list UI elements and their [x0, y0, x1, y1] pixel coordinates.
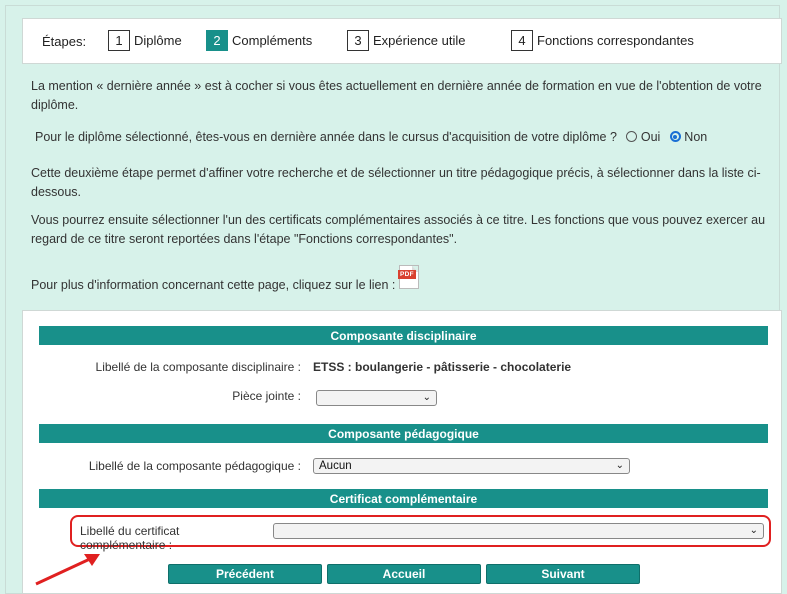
chevron-down-icon: ⌄: [422, 392, 431, 403]
next-button[interactable]: Suivant: [486, 564, 640, 584]
step-number: 3: [347, 30, 369, 51]
chevron-down-icon: ⌄: [615, 460, 624, 471]
cert-text-line2: regard de ce titre seront reportées dans…: [31, 232, 458, 246]
steps-label: Étapes:: [42, 34, 87, 49]
radio-non-label: Non: [684, 130, 708, 144]
discipline-label: Libellé de la composante disciplinaire :: [95, 360, 301, 374]
step2-text-line2: dessous.: [31, 185, 82, 199]
last-year-question: Pour le diplôme sélectionné, êtes-vous e…: [35, 128, 707, 147]
radio-oui[interactable]: [626, 131, 638, 142]
step-number: 2: [206, 30, 228, 51]
pedagogic-select[interactable]: Aucun ⌄: [313, 458, 630, 474]
step2-text-line1: Cette deuxième étape permet d'affiner vo…: [31, 166, 761, 180]
step-experience[interactable]: 3 Expérience utile: [347, 30, 466, 51]
pdf-badge: PDF: [398, 270, 416, 279]
pedagogic-label: Libellé de la composante pédagogique :: [88, 459, 301, 473]
certificate-select[interactable]: ⌄: [273, 523, 764, 539]
pedagogic-value: Aucun: [319, 460, 352, 472]
home-button[interactable]: Accueil: [327, 564, 481, 584]
red-arrow-annotation: [35, 554, 100, 586]
attachment-label: Pièce jointe :: [232, 389, 301, 403]
step-name: Compléments: [232, 33, 313, 48]
chevron-down-icon: ⌄: [749, 525, 758, 536]
cert-text-line1: Vous pourrez ensuite sélectionner l'un d…: [31, 213, 766, 227]
pedagogic-header: Composante pédagogique: [39, 424, 768, 443]
discipline-value: ETSS : boulangerie - pâtisserie - chocol…: [313, 360, 572, 374]
attachment-select[interactable]: ⌄: [316, 390, 437, 406]
step-complements[interactable]: 2 Compléments: [206, 30, 312, 51]
discipline-header: Composante disciplinaire: [39, 326, 768, 345]
step-number: 1: [108, 30, 130, 51]
info-text: Pour plus d'information concernant cette…: [31, 278, 396, 292]
step-number: 4: [511, 30, 533, 51]
question-text: Pour le diplôme sélectionné, êtes-vous e…: [35, 130, 617, 144]
step-name: Fonctions correspondantes: [537, 33, 694, 48]
previous-button[interactable]: Précédent: [168, 564, 322, 584]
step-diplome[interactable]: 1 Diplôme: [108, 30, 182, 51]
certificate-header: Certificat complémentaire: [39, 489, 768, 508]
step-name: Diplôme: [134, 33, 182, 48]
mention-text-line1: La mention « dernière année » est à coch…: [31, 79, 762, 93]
step-name: Expérience utile: [373, 33, 466, 48]
pdf-icon[interactable]: PDF: [398, 265, 419, 289]
step-fonctions[interactable]: 4 Fonctions correspondantes: [511, 30, 694, 51]
radio-oui-label: Oui: [640, 130, 661, 144]
mention-text-line2: diplôme.: [31, 98, 79, 112]
steps-bar: Étapes: 1 Diplôme 2 Compléments 3 Expéri…: [22, 18, 782, 64]
radio-non[interactable]: [669, 131, 681, 142]
